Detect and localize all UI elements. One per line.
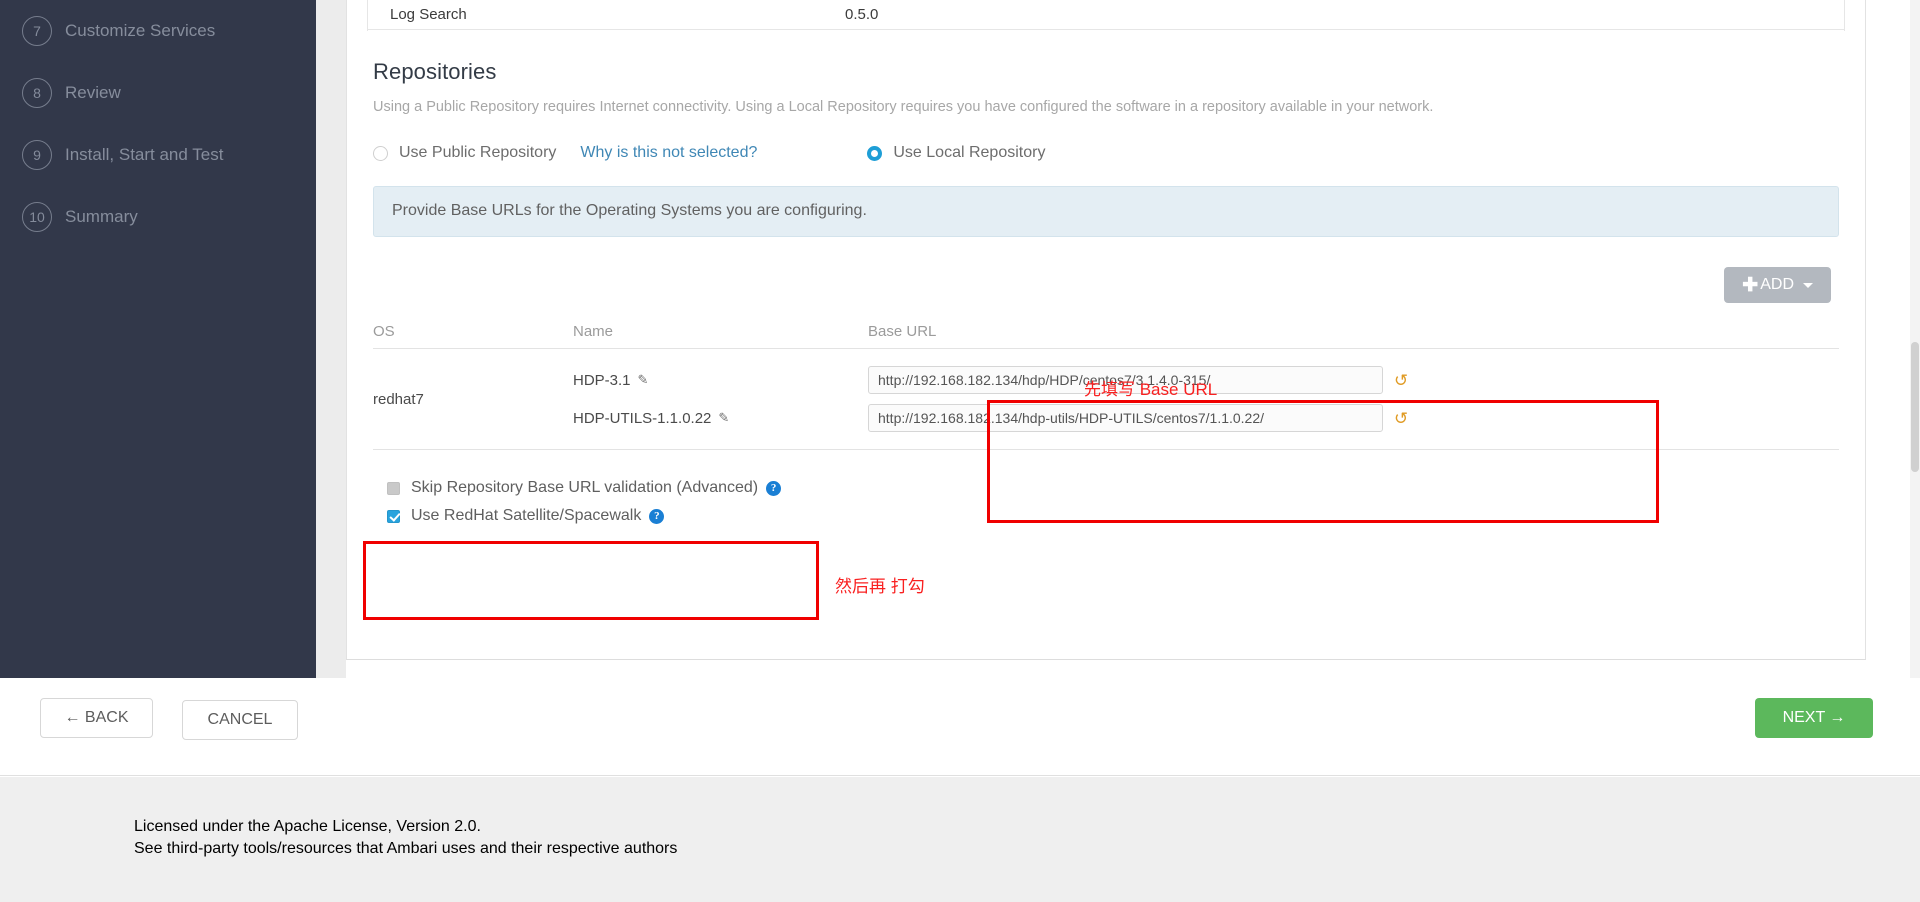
sidebar-item-customize-services[interactable]: 7 Customize Services — [0, 0, 316, 62]
add-button-container: ✚ ADD — [373, 267, 1839, 303]
os-cell: redhat7 — [373, 390, 424, 408]
repo-name-label: HDP-UTILS-1.1.0.22 — [573, 409, 712, 427]
table-header-row: OS Name Base URL — [373, 319, 1839, 349]
sidebar-item-label: Summary — [65, 207, 138, 226]
table-row: Log Search 0.5.0 — [368, 0, 1844, 30]
pencil-icon[interactable]: ✎ — [718, 410, 729, 426]
checkbox-row-skip-validation[interactable]: Skip Repository Base URL validation (Adv… — [387, 474, 1839, 502]
repo-name-line: HDP-UTILS-1.1.0.22 ✎ — [573, 399, 868, 437]
repo-name-line: HDP-3.1 ✎ — [573, 361, 868, 399]
sidebar-gutter — [316, 0, 346, 678]
sidebar-item-label: Review — [65, 83, 121, 102]
stack-services-table: Log Search 0.5.0 — [367, 0, 1845, 31]
service-version-cell: 0.5.0 — [845, 6, 879, 23]
local-repository-label: Use Local Repository — [893, 144, 1046, 161]
wizard-step-sidebar: 7 Customize Services 8 Review 9 Install,… — [0, 0, 316, 678]
public-repository-label: Use Public Repository — [399, 144, 557, 161]
next-button[interactable]: NEXT → — [1755, 698, 1873, 738]
repo-name-cell: HDP-3.1 ✎ HDP-UTILS-1.1.0.22 ✎ — [573, 361, 868, 437]
sidebar-item-label: Customize Services — [65, 21, 216, 40]
add-button-label: ADD — [1760, 276, 1794, 293]
sidebar-item-review[interactable]: 8 Review — [0, 62, 316, 124]
repositories-heading: Repositories — [373, 59, 497, 84]
why-not-selected-link[interactable]: Why is this not selected? — [580, 144, 757, 162]
third-party-tools-link[interactable]: See third-party tools/resources that Amb… — [134, 840, 677, 858]
ambari-install-wizard-page: 7 Customize Services 8 Review 9 Install,… — [0, 0, 1920, 902]
base-url-line: ↺ — [868, 399, 1839, 437]
service-name-cell: Log Search — [390, 6, 467, 23]
local-repository-option: Use Local Repository — [867, 144, 1045, 162]
page-scrollbar-thumb[interactable] — [1911, 342, 1919, 472]
undo-icon[interactable]: ↺ — [1394, 372, 1408, 389]
repositories-description: Using a Public Repository requires Inter… — [373, 99, 1434, 115]
column-header-name: Name — [573, 323, 614, 340]
radio-use-public-repository[interactable] — [373, 145, 388, 161]
repository-type-radio-group: Use Public Repository Why is this not se… — [373, 142, 1839, 164]
column-header-base-url: Base URL — [868, 323, 937, 340]
radio-use-local-repository[interactable] — [867, 145, 883, 161]
sidebar-item-label: Install, Start and Test — [65, 145, 224, 164]
cancel-button[interactable]: CANCEL — [182, 700, 298, 740]
base-url-cell: ↺ ↺ — [868, 361, 1839, 437]
help-icon[interactable]: ? — [649, 508, 665, 524]
step-number-circle: 9 — [22, 140, 52, 170]
checkbox-label: Skip Repository Base URL validation (Adv… — [411, 479, 759, 496]
repository-options-checkboxes: Skip Repository Base URL validation (Adv… — [373, 474, 1839, 530]
sidebar-item-install-start-and-test[interactable]: 9 Install, Start and Test — [0, 124, 316, 186]
step-number-circle: 10 — [22, 202, 52, 232]
annotation-text-checkboxes: 然后再 打勾 — [835, 577, 925, 596]
base-url-input-hdp-utils[interactable] — [868, 404, 1383, 432]
main-content-panel: Log Search 0.5.0 Repositories Using a Pu… — [346, 0, 1866, 660]
step-number-circle: 8 — [22, 78, 52, 108]
base-url-info-alert: Provide Base URLs for the Operating Syst… — [373, 186, 1839, 237]
checkbox-label: Use RedHat Satellite/Spacewalk — [411, 507, 642, 524]
apache-license-link[interactable]: Licensed under the Apache License, Versi… — [134, 818, 481, 836]
annotation-text-base-url: 先填写 Base URL — [1084, 380, 1218, 399]
chevron-down-icon — [1803, 282, 1813, 288]
sidebar-item-summary[interactable]: 10 Summary — [0, 186, 316, 248]
back-button[interactable]: ← BACK — [40, 698, 153, 738]
column-header-os: OS — [373, 323, 395, 340]
help-icon[interactable]: ? — [766, 480, 782, 496]
undo-icon[interactable]: ↺ — [1394, 410, 1408, 427]
checkbox-use-redhat-satellite[interactable] — [387, 509, 400, 523]
base-url-line: ↺ — [868, 361, 1839, 399]
repo-name-label: HDP-3.1 — [573, 371, 631, 389]
page-scrollbar-track[interactable] — [1910, 0, 1920, 678]
plus-icon: ✚ — [1742, 274, 1759, 296]
checkbox-skip-repo-validation[interactable] — [387, 481, 400, 495]
step-number-circle: 7 — [22, 16, 52, 46]
pencil-icon[interactable]: ✎ — [638, 372, 649, 388]
add-repository-button[interactable]: ✚ ADD — [1724, 267, 1831, 303]
checkbox-row-redhat-satellite[interactable]: Use RedHat Satellite/Spacewalk ? — [387, 502, 1839, 530]
